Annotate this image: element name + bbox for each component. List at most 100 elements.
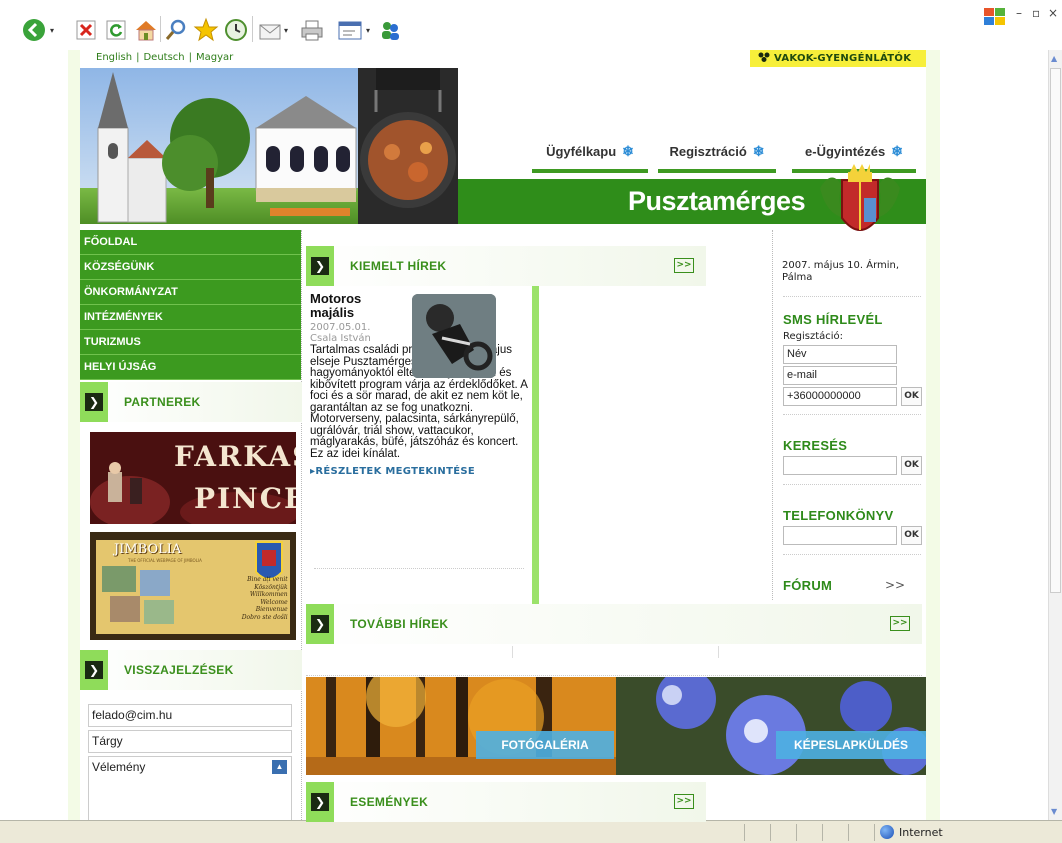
article-title[interactable]: Motoros majális bbox=[310, 292, 400, 320]
article-more-link[interactable]: ▸RÉSZLETEK MEGTEKINTÉSE bbox=[310, 466, 528, 477]
more-news-list bbox=[306, 644, 922, 676]
ugyfelkapu-button[interactable]: Ügyfélkapu ❄ bbox=[532, 133, 648, 173]
separator bbox=[783, 484, 921, 485]
minimize-icon[interactable]: – bbox=[1016, 6, 1022, 20]
forum-more-link[interactable]: >> bbox=[885, 578, 905, 592]
mail-icon[interactable] bbox=[256, 16, 284, 44]
sms-ok-button[interactable]: OK bbox=[901, 387, 922, 406]
sms-email-field[interactable]: e-mail bbox=[783, 366, 897, 385]
search-icon[interactable] bbox=[162, 16, 190, 44]
feedback-email-field[interactable]: felado@cim.hu bbox=[88, 704, 292, 727]
feedback-opinion-textarea[interactable]: Vélemény ▲ bbox=[88, 756, 292, 820]
more-news-title: TOVÁBBI HÍREK bbox=[350, 617, 449, 631]
toolbar-separator bbox=[252, 16, 253, 42]
favorites-icon[interactable] bbox=[192, 16, 220, 44]
partners-header: ❯ PARTNEREK bbox=[80, 382, 302, 422]
jimbolia-title: JIMBOLIA bbox=[114, 542, 182, 557]
article-photo[interactable] bbox=[412, 294, 496, 378]
search-title: KERESÉS bbox=[783, 438, 848, 453]
messenger-icon[interactable] bbox=[376, 16, 404, 44]
phonebook-ok-button[interactable]: OK bbox=[901, 526, 922, 545]
ugyfelkapu-label: Ügyfélkapu bbox=[546, 143, 617, 159]
back-dropdown-icon[interactable]: ▾ bbox=[50, 26, 54, 35]
arrow-bullet-icon: ❯ bbox=[306, 782, 334, 822]
lang-english[interactable]: English bbox=[96, 52, 132, 63]
phonebook-input[interactable] bbox=[783, 526, 897, 545]
events-title: ESEMÉNYEK bbox=[350, 795, 429, 809]
vertical-scrollbar[interactable]: ▲ ▼ bbox=[1048, 50, 1062, 820]
search-input[interactable] bbox=[783, 456, 897, 475]
nav-item-kozsegunk[interactable]: KÖZSÉGÜNK bbox=[80, 255, 301, 280]
feedback-opinion-text: Vélemény bbox=[92, 760, 146, 774]
accessibility-label: VAKOK-GYENGÉNLÁTÓK bbox=[774, 53, 912, 64]
scroll-down-icon[interactable]: ▼ bbox=[1051, 807, 1057, 816]
status-divider bbox=[848, 824, 849, 841]
left-column: FŐOLDAL KÖZSÉGÜNK ÖNKORMÁNYZAT INTÉZMÉNY… bbox=[80, 230, 302, 820]
featured-news-title: KIEMELT HÍREK bbox=[350, 259, 447, 273]
farkas-pince-banner[interactable]: FARKAS PINCE bbox=[90, 432, 296, 524]
featured-more-button[interactable]: >> bbox=[674, 258, 694, 273]
more-news-button[interactable]: >> bbox=[890, 616, 910, 631]
news-article: Motoros majális 2007.05.01. Csala István… bbox=[310, 292, 528, 478]
edit-dropdown-icon[interactable]: ▾ bbox=[366, 26, 370, 35]
edit-icon[interactable] bbox=[336, 16, 364, 44]
greeting: Bine ați venit ! bbox=[247, 576, 292, 583]
column-divider bbox=[718, 646, 719, 658]
lang-deutsch[interactable]: Deutsch bbox=[143, 52, 184, 63]
scroll-up-icon[interactable]: ▲ bbox=[272, 760, 287, 774]
greeting: Willkommen ! bbox=[249, 591, 292, 598]
feedback-header: ❯ VISSZAJELZÉSEK bbox=[80, 650, 302, 690]
stop-icon[interactable] bbox=[72, 16, 100, 44]
jimbolia-banner[interactable]: JIMBOLIA THE OFFICIAL WEBPAGE OF JIMBOLI… bbox=[90, 532, 296, 640]
nav-item-onkormanyzat[interactable]: ÖNKORMÁNYZAT bbox=[80, 280, 301, 305]
pince-subtitle: PINCE bbox=[194, 482, 296, 515]
separator bbox=[783, 554, 921, 555]
main-nav: FŐOLDAL KÖZSÉGÜNK ÖNKORMÁNYZAT INTÉZMÉNY… bbox=[80, 230, 301, 380]
registration-label: Regisztráció bbox=[669, 143, 747, 159]
nav-item-helyi-ujsag[interactable]: HELYI ÚJSÁG bbox=[80, 355, 301, 380]
photo-gallery-link[interactable]: FOTÓGALÉRIA bbox=[306, 677, 616, 775]
snowflake-icon: ❄ bbox=[622, 142, 634, 159]
arrow-bullet-icon: ❯ bbox=[80, 382, 108, 422]
sms-registration-label: Regisztáció: bbox=[783, 331, 844, 342]
mail-dropdown-icon[interactable]: ▾ bbox=[284, 26, 288, 35]
status-divider bbox=[744, 824, 745, 841]
farkas-title: FARKAS bbox=[174, 440, 296, 473]
sms-phone-field[interactable]: +36000000000 bbox=[783, 387, 897, 406]
accessibility-link[interactable]: VAKOK-GYENGÉNLÁTÓK bbox=[750, 50, 926, 67]
home-icon[interactable] bbox=[132, 16, 160, 44]
events-more-button[interactable]: >> bbox=[674, 794, 694, 809]
security-zone: Internet bbox=[880, 825, 943, 839]
postcard-link[interactable]: KÉPESLAPKÜLDÉS bbox=[616, 677, 926, 775]
back-icon[interactable] bbox=[20, 16, 48, 44]
feedback-subject-field[interactable]: Tárgy bbox=[88, 730, 292, 753]
browser-toolbar: ▾ ▾ ▾ – ▫ × bbox=[0, 0, 1062, 50]
snowflake-icon: ❄ bbox=[752, 142, 765, 159]
arrow-bullet-icon: ❯ bbox=[306, 246, 334, 286]
web-page: English | Deutsch | Magyar VAKOK-GYENGÉNLÁTÓ… bbox=[68, 50, 940, 822]
history-icon[interactable] bbox=[222, 16, 250, 44]
article-more-label: RÉSZLETEK MEGTEKINTÉSE bbox=[315, 466, 475, 477]
scroll-up-icon[interactable]: ▲ bbox=[1051, 54, 1057, 63]
globe-icon bbox=[880, 825, 894, 839]
restore-icon[interactable]: ▫ bbox=[1032, 6, 1040, 20]
lang-magyar[interactable]: Magyar bbox=[196, 52, 233, 63]
close-icon[interactable]: × bbox=[1048, 6, 1058, 20]
jimbolia-greetings: Bine ați venit ! Köszöntjük ! Willkommen… bbox=[198, 576, 292, 621]
sms-newsletter-title: SMS HÍRLEVÉL bbox=[783, 312, 883, 327]
nav-item-intezmenyek[interactable]: INTÉZMÉNYEK bbox=[80, 305, 301, 330]
security-zone-label: Internet bbox=[899, 825, 943, 839]
scrollbar-thumb[interactable] bbox=[1050, 68, 1061, 593]
refresh-icon[interactable] bbox=[102, 16, 130, 44]
forum-title[interactable]: FÓRUM bbox=[783, 578, 832, 593]
separator bbox=[783, 414, 921, 415]
search-ok-button[interactable]: OK bbox=[901, 456, 922, 475]
postcard-label: KÉPESLAPKÜLDÉS bbox=[776, 731, 926, 759]
nav-item-fooldal[interactable]: FŐOLDAL bbox=[80, 230, 301, 255]
status-divider bbox=[770, 824, 771, 841]
sms-name-field[interactable]: Név bbox=[783, 345, 897, 364]
print-icon[interactable] bbox=[298, 16, 326, 44]
snowflake-icon: ❄ bbox=[891, 142, 903, 159]
registration-button[interactable]: Regisztráció ❄ bbox=[658, 133, 776, 173]
nav-item-turizmus[interactable]: TURIZMUS bbox=[80, 330, 301, 355]
